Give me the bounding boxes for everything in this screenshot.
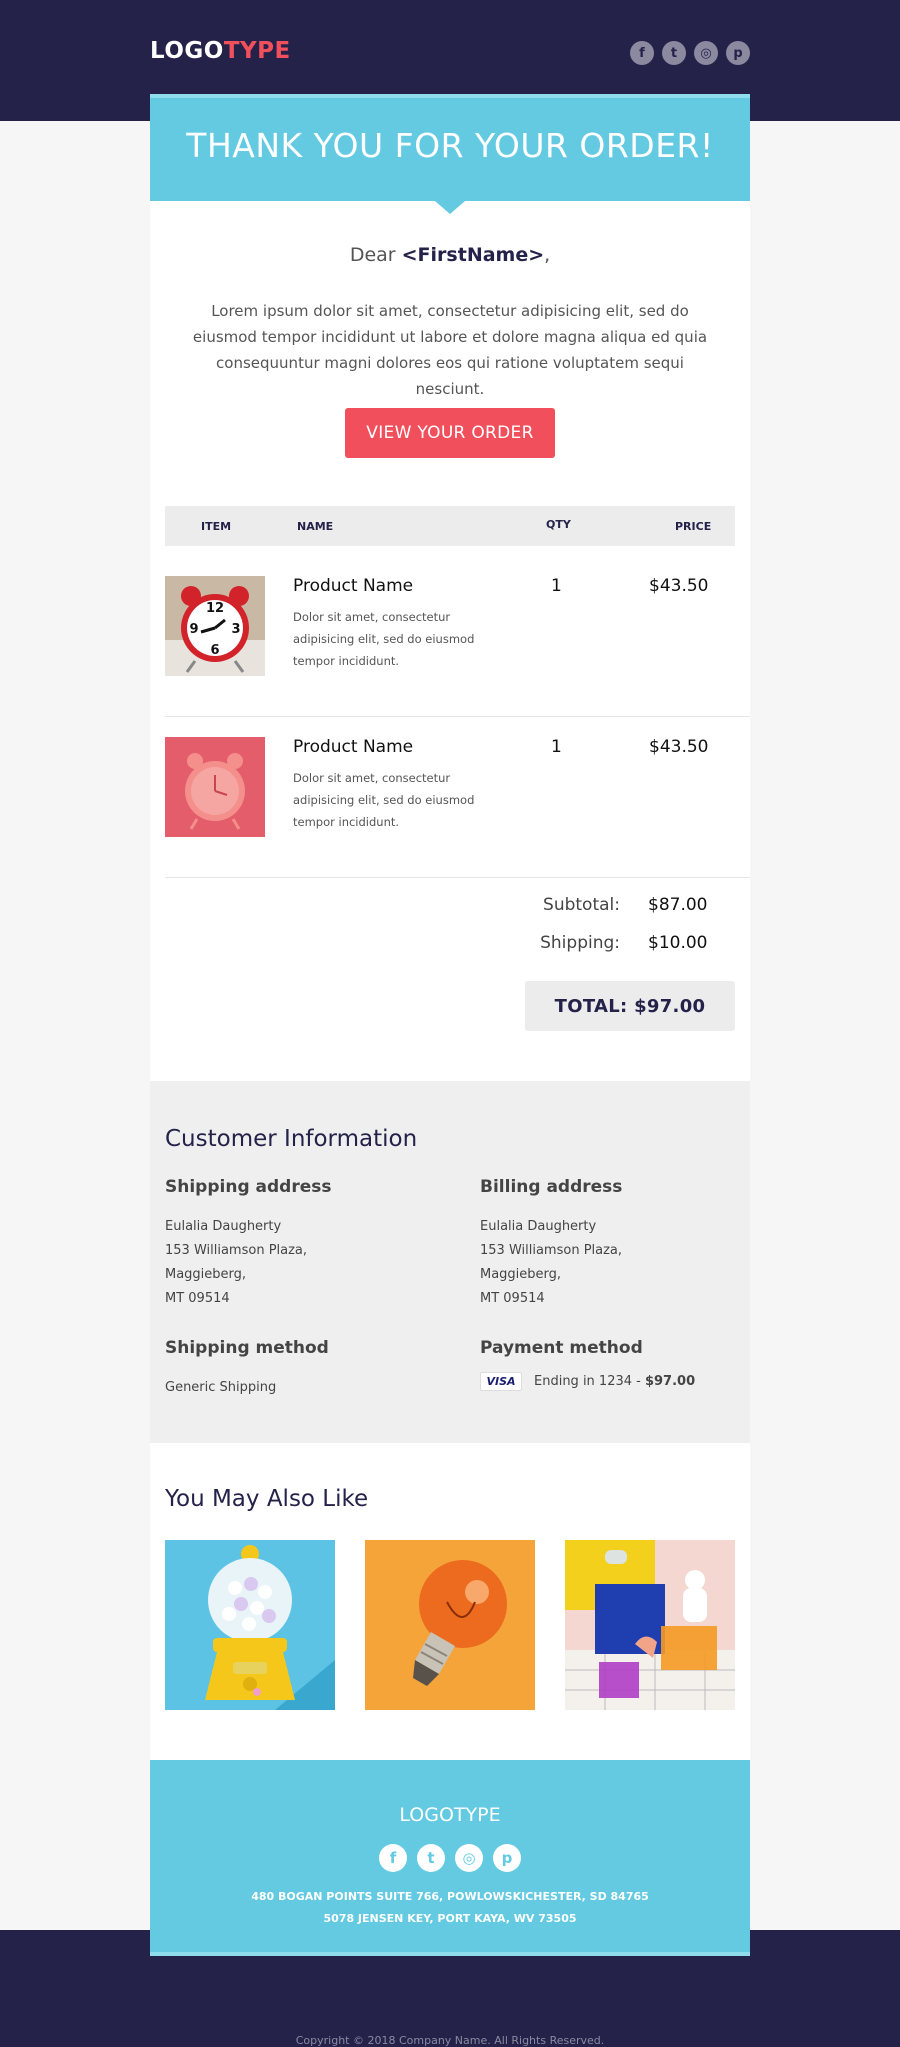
subtotal-label: Subtotal: [543, 895, 620, 915]
billing-address: Eulalia Daugherty 153 Williamson Plaza, … [480, 1215, 622, 1311]
svg-text:12: 12 [206, 601, 224, 616]
instagram-icon[interactable]: ◎ [694, 41, 718, 65]
footer-addresses: 480 BOGAN POINTS SUITE 766, POWLOWSKICHE… [150, 1886, 750, 1930]
email-footer: LOGOTYPE f t ◎ p 480 BOGAN POINTS SUITE … [150, 1760, 750, 1956]
col-qty: QTY [546, 518, 571, 531]
facebook-icon[interactable]: f [630, 41, 654, 65]
address-line: Eulalia Daugherty [165, 1219, 282, 1234]
product-description: Dolor sit amet, consectetur adipisicing … [293, 610, 475, 668]
footer-bottomline [150, 1952, 750, 1956]
col-name: NAME [297, 520, 334, 533]
address-line: 153 Williamson Plaza, [165, 1243, 308, 1258]
product-name[interactable]: Product Name [293, 576, 413, 596]
subtotal-value: $87.00 [648, 895, 708, 915]
header-socials: f t ◎ p [630, 41, 750, 65]
recommendation-gumball-machine[interactable] [165, 1540, 335, 1710]
col-item: ITEM [201, 520, 232, 533]
shipping-label: Shipping: [540, 933, 620, 953]
svg-text:9: 9 [189, 622, 198, 637]
svg-text:6: 6 [210, 643, 219, 658]
customer-info-title: Customer Information [165, 1126, 418, 1152]
logo-part-2: TYPE [223, 38, 291, 64]
footer-logo[interactable]: LOGOTYPE [150, 1804, 750, 1826]
svg-text:3: 3 [231, 622, 240, 637]
intro-text: Lorem ipsum dolor sit amet, consectetur … [192, 302, 708, 398]
hero-banner: THANK YOU FOR YOUR ORDER! [150, 98, 750, 201]
recommendations-title: You May Also Like [165, 1486, 369, 1512]
greeting-name: <FirstName> [401, 244, 545, 266]
shipping-address: Eulalia Daugherty 153 Williamson Plaza, … [165, 1215, 307, 1311]
order-total: TOTAL: $97.00 [525, 981, 735, 1031]
address-line: 153 Williamson Plaza, [480, 1243, 623, 1258]
pinterest-icon[interactable]: p [726, 41, 750, 65]
table-row: Product Name Dolor sit amet, consectetur… [165, 717, 750, 878]
instagram-icon[interactable]: ◎ [455, 1844, 483, 1872]
visa-card-icon: VISA [480, 1372, 522, 1391]
product-price: $43.50 [649, 737, 709, 757]
email-header: LOGOTYPE f t ◎ p [150, 36, 750, 72]
footer-address-1: 480 BOGAN POINTS SUITE 766, POWLOWSKICHE… [251, 1890, 649, 1903]
product-qty: 1 [551, 576, 562, 596]
address-line: Maggieberg, [165, 1267, 247, 1282]
greeting-suffix: , [544, 244, 551, 266]
logo[interactable]: LOGOTYPE [150, 38, 291, 64]
twitter-icon[interactable]: t [417, 1844, 445, 1872]
billing-address-title: Billing address [480, 1177, 623, 1197]
greeting: Dear <FirstName>, [150, 244, 750, 266]
shipping-method-title: Shipping method [165, 1338, 329, 1358]
hero-title: THANK YOU FOR YOUR ORDER! [186, 126, 714, 165]
address-line: MT 09514 [480, 1291, 545, 1306]
table-header: ITEM NAME QTY PRICE [165, 506, 735, 546]
payment-ending: Ending in 1234 - [534, 1374, 645, 1389]
shipping-address-title: Shipping address [165, 1177, 332, 1197]
footer-socials: f t ◎ p [150, 1844, 750, 1872]
view-order-button[interactable]: VIEW YOUR ORDER [345, 408, 555, 458]
facebook-icon[interactable]: f [379, 1844, 407, 1872]
hero-arrow [435, 201, 465, 214]
footer-address-2: 5078 JENSEN KEY, PORT KAYA, WV 73505 [323, 1912, 577, 1925]
product-image-pink-clock[interactable] [165, 737, 265, 837]
product-image-red-clock[interactable]: 12 9 3 6 [165, 576, 265, 676]
pinterest-icon[interactable]: p [493, 1844, 521, 1872]
recommendation-colorful-toys[interactable] [565, 1540, 735, 1710]
address-line: MT 09514 [165, 1291, 230, 1306]
twitter-icon[interactable]: t [662, 41, 686, 65]
address-line: Maggieberg, [480, 1267, 562, 1282]
greeting-prefix: Dear [349, 244, 402, 266]
product-price: $43.50 [649, 576, 709, 596]
address-line: Eulalia Daugherty [480, 1219, 597, 1234]
payment-amount: $97.00 [644, 1374, 696, 1389]
logo-part-1: LOGO [150, 38, 224, 64]
email-card: THANK YOU FOR YOUR ORDER! Dear <FirstNam… [150, 94, 750, 1956]
table-row: 12 9 3 6 Product Name Dolor sit amet, co… [165, 556, 750, 717]
payment-details: Ending in 1234 - $97.00 [534, 1374, 695, 1389]
col-price: PRICE [675, 520, 712, 533]
product-qty: 1 [551, 737, 562, 757]
recommendation-light-bulb[interactable] [365, 1540, 535, 1710]
shipping-method: Generic Shipping [165, 1380, 277, 1395]
customer-info-section: Customer Information Shipping address Bi… [150, 1081, 750, 1443]
product-description: Dolor sit amet, consectetur adipisicing … [293, 771, 475, 829]
payment-method-title: Payment method [480, 1338, 643, 1358]
shipping-value: $10.00 [648, 933, 708, 953]
copyright: Copyright © 2018 Company Name. All Right… [295, 2034, 605, 2047]
product-name[interactable]: Product Name [293, 737, 413, 757]
